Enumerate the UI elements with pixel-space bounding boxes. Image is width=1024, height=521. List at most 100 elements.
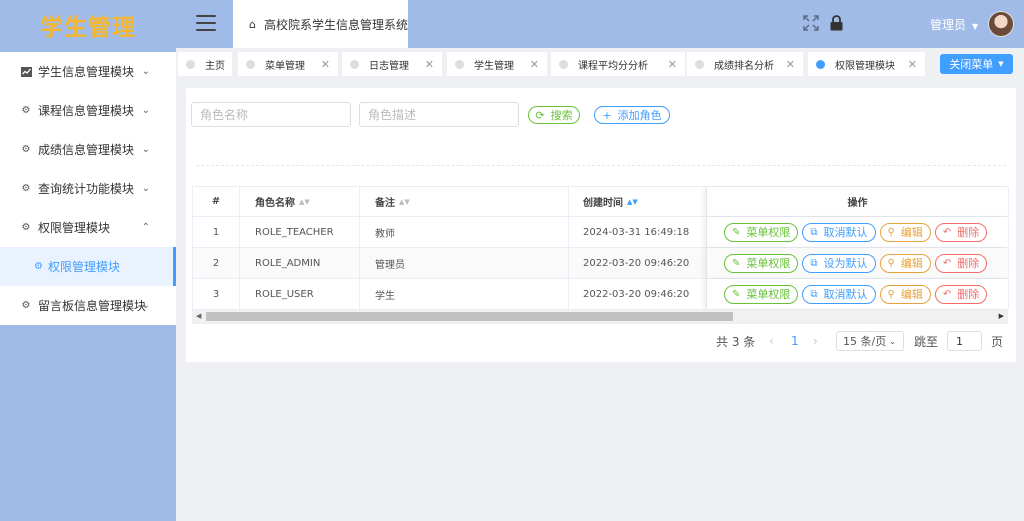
page-number[interactable]: 1 <box>791 331 799 351</box>
sidebar-item-label: 学生信息管理模块 <box>38 65 135 79</box>
user-menu[interactable]: 管理员 ▼ <box>930 16 978 33</box>
close-icon[interactable]: ✕ <box>425 58 434 71</box>
goto-page-input[interactable]: 1 <box>947 331 982 351</box>
edit-label: 编辑 <box>900 288 923 301</box>
close-icon[interactable]: ✕ <box>786 58 795 71</box>
menu-permission-button[interactable]: ✎ 菜单权限 <box>724 253 799 273</box>
tab-student-management[interactable]: 学生管理 ✕ <box>447 52 547 76</box>
delete-button[interactable]: ↶ 删除 <box>934 253 988 273</box>
toggle-default-label: 取消默认 <box>823 226 868 239</box>
tab-log-management[interactable]: 日志管理 ✕ <box>342 52 442 76</box>
chevron-down-icon: ⌄ <box>141 144 150 155</box>
hamburger-menu-icon[interactable] <box>196 15 216 31</box>
sidebar-item-query-stats[interactable]: ⚙ 查询统计功能模块 ⌄ <box>0 169 176 208</box>
cell-operations: ✎ 菜单权限 ⧉ 设为默认 ⚲ 编辑 ↶ 删除 <box>706 248 1009 278</box>
toggle-default-button[interactable]: ⧉ 取消默认 <box>802 222 876 242</box>
chevron-up-icon: ⌃ <box>141 222 150 233</box>
sidebar-item-label: 权限管理模块 <box>38 221 111 235</box>
role-name-input[interactable]: 角色名称 <box>191 102 351 127</box>
search-label: 搜索 <box>550 109 573 122</box>
close-icon[interactable]: ✕ <box>530 58 539 71</box>
toggle-default-button[interactable]: ⧉ 设为默认 <box>802 253 876 273</box>
edit-button[interactable]: ⚲ 编辑 <box>879 284 931 304</box>
user-name: 管理员 <box>930 18 967 32</box>
sidebar-subitem-permission[interactable]: ⚙ 权限管理模块 <box>0 247 176 286</box>
caret-down-icon: ▼ <box>998 60 1004 68</box>
wrench-icon: ⚲ <box>887 288 895 300</box>
top-header: ⌂ 高校院系学生信息管理系统 管理员 ▼ <box>176 0 1024 48</box>
horizontal-scrollbar[interactable]: ◀ ▶ <box>193 310 1007 323</box>
menu-permission-button[interactable]: ✎ 菜单权限 <box>724 222 799 242</box>
chevron-down-icon: ⌄ <box>141 105 150 116</box>
close-icon[interactable]: ✕ <box>668 58 677 71</box>
toggle-default-button[interactable]: ⧉ 取消默认 <box>802 284 876 304</box>
delete-label: 删除 <box>957 288 980 301</box>
header-role-name-label: 角色名称 <box>255 198 295 209</box>
sidebar-item-score-info[interactable]: ⚙ 成绩信息管理模块 ⌄ <box>0 130 176 169</box>
sidebar-item-label: 课程信息管理模块 <box>38 104 135 118</box>
header-operations: 操作 <box>706 187 1009 216</box>
sort-icon[interactable]: ▲▼ <box>627 198 638 206</box>
undo-icon: ↶ <box>942 226 952 238</box>
delete-button[interactable]: ↶ 删除 <box>934 222 988 242</box>
sidebar-item-label: 查询统计功能模块 <box>38 182 135 196</box>
role-desc-input[interactable]: 角色描述 <box>359 102 519 127</box>
delete-button[interactable]: ↶ 删除 <box>934 284 988 304</box>
avatar[interactable] <box>988 11 1014 37</box>
tab-home[interactable]: 主页 <box>178 52 232 76</box>
search-button[interactable]: ⟳ 搜索 <box>528 106 580 124</box>
gear-icon: ⚙ <box>21 222 31 233</box>
next-page-icon[interactable]: › <box>813 331 818 351</box>
tab-score-ranking[interactable]: 成绩排名分析 ✕ <box>687 52 803 76</box>
sidebar-menu: 学生信息管理模块 ⌄ ⚙ 课程信息管理模块 ⌄ ⚙ 成绩信息管理模块 ⌄ ⚙ 查… <box>0 52 176 325</box>
add-role-button[interactable]: + 添加角色 <box>594 106 670 124</box>
delete-label: 删除 <box>957 226 980 239</box>
roles-table: # 角色名称 ▲▼ 备注 ▲▼ 创建时间 ▲▼ 操作 1 ROLE_TEACHER 教… <box>192 186 1009 324</box>
table-row: 1 ROLE_TEACHER 教师 2024-03-31 16:49:18 ✎ 菜… <box>193 217 1009 248</box>
tab-permission[interactable]: 权限管理模块 ✕ <box>808 52 925 76</box>
copy-icon: ⧉ <box>810 257 818 269</box>
table-header-row: # 角色名称 ▲▼ 备注 ▲▼ 创建时间 ▲▼ 操作 <box>193 187 1009 217</box>
scroll-right-icon[interactable]: ▶ <box>999 310 1004 323</box>
wrench-icon: ⚲ <box>887 257 895 269</box>
tab-menu-management[interactable]: 菜单管理 ✕ <box>238 52 338 76</box>
tab-course-average[interactable]: 课程平均分分析 ✕ <box>551 52 685 76</box>
edit-button[interactable]: ⚲ 编辑 <box>879 253 931 273</box>
scroll-left-icon[interactable]: ◀ <box>196 310 201 323</box>
cell-created-time: 2022-03-20 09:46:20 <box>583 257 690 269</box>
tab-dot-icon <box>350 59 359 69</box>
prev-page-icon[interactable]: ‹ <box>769 331 774 351</box>
sidebar-item-message-board[interactable]: ⚙ 留言板信息管理模块 ⌄ <box>0 286 176 325</box>
home-icon: ⌂ <box>249 17 256 31</box>
cell-index: 1 <box>193 217 240 247</box>
tab-label: 主页 <box>205 60 225 72</box>
breadcrumb: ⌂ 高校院系学生信息管理系统 <box>233 0 408 48</box>
divider <box>196 165 1006 166</box>
page-size-select[interactable]: 15 条/页 ⌄ <box>836 331 904 351</box>
sidebar-item-student-info[interactable]: 学生信息管理模块 ⌄ <box>0 52 176 91</box>
close-icon[interactable]: ✕ <box>908 58 917 71</box>
gear-icon: ⚙ <box>21 300 31 311</box>
tab-dot-icon <box>695 59 704 69</box>
gear-icon: ⚙ <box>21 144 31 155</box>
lock-icon[interactable] <box>827 14 845 32</box>
sidebar-item-course-info[interactable]: ⚙ 课程信息管理模块 ⌄ <box>0 91 176 130</box>
menu-permission-button[interactable]: ✎ 菜单权限 <box>724 284 799 304</box>
edit-button[interactable]: ⚲ 编辑 <box>879 222 931 242</box>
close-menu-button[interactable]: 关闭菜单 ▼ <box>940 54 1013 74</box>
page-size-value: 15 条/页 <box>843 335 887 348</box>
toggle-default-label: 设为默认 <box>823 257 868 270</box>
edit-label: 编辑 <box>900 257 923 270</box>
cell-index: 2 <box>193 248 240 278</box>
header-role-name[interactable]: 角色名称 ▲▼ <box>240 187 360 216</box>
fullscreen-icon[interactable] <box>802 14 820 32</box>
scrollbar-thumb[interactable] <box>206 312 733 321</box>
sort-icon[interactable]: ▲▼ <box>399 198 410 206</box>
sort-icon[interactable]: ▲▼ <box>299 198 310 206</box>
close-icon[interactable]: ✕ <box>321 58 330 71</box>
tab-label: 课程平均分分析 <box>578 60 648 72</box>
sidebar-item-permission[interactable]: ⚙ 权限管理模块 ⌃ <box>0 208 176 247</box>
undo-icon: ↶ <box>942 257 952 269</box>
header-created-time[interactable]: 创建时间 ▲▼ <box>569 187 706 216</box>
header-remark[interactable]: 备注 ▲▼ <box>360 187 569 216</box>
